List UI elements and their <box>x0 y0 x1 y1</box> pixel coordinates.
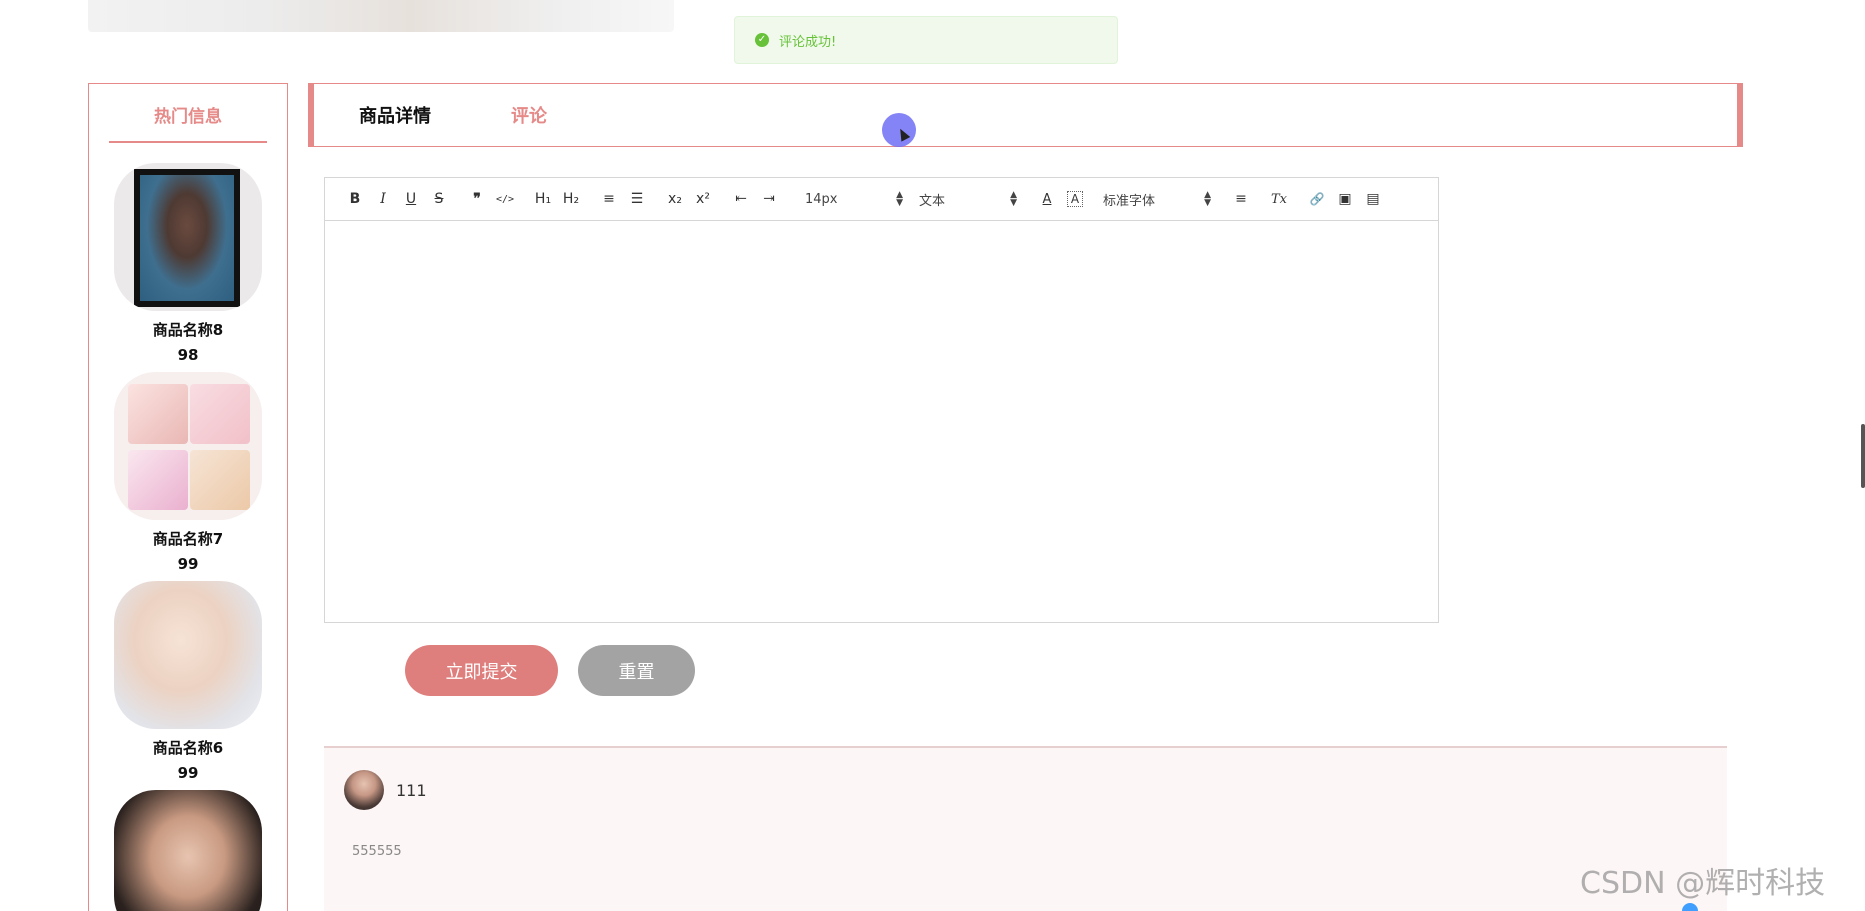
text-color-icon[interactable]: A <box>1033 185 1061 213</box>
link-icon[interactable]: 🔗 <box>1303 185 1331 213</box>
select-arrows-icon: ▲ ▼ <box>896 190 903 208</box>
font-family-select[interactable]: 标准字体 ▲ ▼ <box>1097 185 1217 213</box>
tab-comment[interactable]: 评论 <box>511 102 547 128</box>
align-icon[interactable]: ≡ <box>1227 185 1255 213</box>
background-color-icon[interactable]: A <box>1067 191 1083 207</box>
video-icon[interactable]: ▤ <box>1359 185 1387 213</box>
code-block-icon[interactable]: </> <box>491 185 519 213</box>
product-image[interactable] <box>114 372 262 520</box>
italic-button[interactable]: I <box>369 185 397 213</box>
select-arrows-icon: ▲ ▼ <box>1204 190 1211 208</box>
editor-toolbar: B I U S ❞ </> H₁ H₂ ≡ ☰ x₂ x² ⇤ ⇥ 14px ▲… <box>325 178 1438 221</box>
superscript-button[interactable]: x² <box>689 185 717 213</box>
scrollbar[interactable] <box>1861 424 1865 488</box>
comment-list: 111 555555 <box>324 746 1727 911</box>
product-image[interactable] <box>114 581 262 729</box>
strike-button[interactable]: S <box>425 185 453 213</box>
indent-icon[interactable]: ⇥ <box>755 185 783 213</box>
product-name[interactable]: 商品名称6 <box>89 737 287 758</box>
banner-image <box>88 0 674 32</box>
outdent-icon[interactable]: ⇤ <box>727 185 755 213</box>
reset-button[interactable]: 重置 <box>578 645 695 696</box>
product-price: 98 <box>177 346 199 364</box>
bullet-list-icon[interactable]: ☰ <box>623 185 651 213</box>
comment-editor-area[interactable] <box>325 221 1438 622</box>
font-family-value: 标准字体 <box>1103 193 1156 209</box>
comment-username: 111 <box>396 780 427 800</box>
tab-product-detail[interactable]: 商品详情 <box>359 102 431 128</box>
ordered-list-icon[interactable]: ≡ <box>595 185 623 213</box>
select-arrows-icon: ▲ ▼ <box>1010 190 1017 208</box>
comment-content: 555555 <box>352 844 402 859</box>
heading1-button[interactable]: H₁ <box>529 185 557 213</box>
header-select[interactable]: 文本 ▲ ▼ <box>913 185 1023 213</box>
header-value: 文本 <box>919 193 946 209</box>
avatar <box>344 770 384 810</box>
success-check-icon: ✓ <box>755 33 769 47</box>
product-price: 99 <box>177 764 199 782</box>
watermark: CSDN @辉时科技 <box>1580 866 1826 901</box>
hot-info-sidebar: 热门信息 商品名称8 98 商品名称7 99 商品名称6 99 <box>88 83 288 911</box>
product-image[interactable] <box>114 790 262 911</box>
sidebar-title: 热门信息 <box>109 102 267 143</box>
bold-button[interactable]: B <box>341 185 369 213</box>
image-icon[interactable]: ▣ <box>1331 185 1359 213</box>
comment-header: 111 <box>344 770 1727 810</box>
blockquote-icon[interactable]: ❞ <box>463 185 491 213</box>
toast-message: 评论成功! <box>779 34 837 50</box>
clear-format-icon[interactable]: Tx <box>1265 185 1293 213</box>
product-image[interactable] <box>114 163 262 311</box>
hot-item[interactable] <box>89 790 287 911</box>
hot-item[interactable]: 商品名称8 98 <box>89 163 287 364</box>
product-price: 99 <box>177 555 199 573</box>
hot-item[interactable]: 商品名称6 99 <box>89 581 287 782</box>
rich-text-editor: B I U S ❞ </> H₁ H₂ ≡ ☰ x₂ x² ⇤ ⇥ 14px ▲… <box>324 177 1439 623</box>
underline-button[interactable]: U <box>397 185 425 213</box>
success-toast: ✓ 评论成功! <box>734 16 1118 64</box>
heading2-button[interactable]: H₂ <box>557 185 585 213</box>
product-name[interactable]: 商品名称8 <box>89 319 287 340</box>
font-size-value: 14px <box>805 191 838 207</box>
submit-button[interactable]: 立即提交 <box>405 645 558 696</box>
hot-item[interactable]: 商品名称7 99 <box>89 372 287 573</box>
product-tabs: 商品详情 评论 <box>308 83 1743 147</box>
font-size-select[interactable]: 14px ▲ ▼ <box>799 185 909 213</box>
product-name[interactable]: 商品名称7 <box>89 528 287 549</box>
subscript-button[interactable]: x₂ <box>661 185 689 213</box>
